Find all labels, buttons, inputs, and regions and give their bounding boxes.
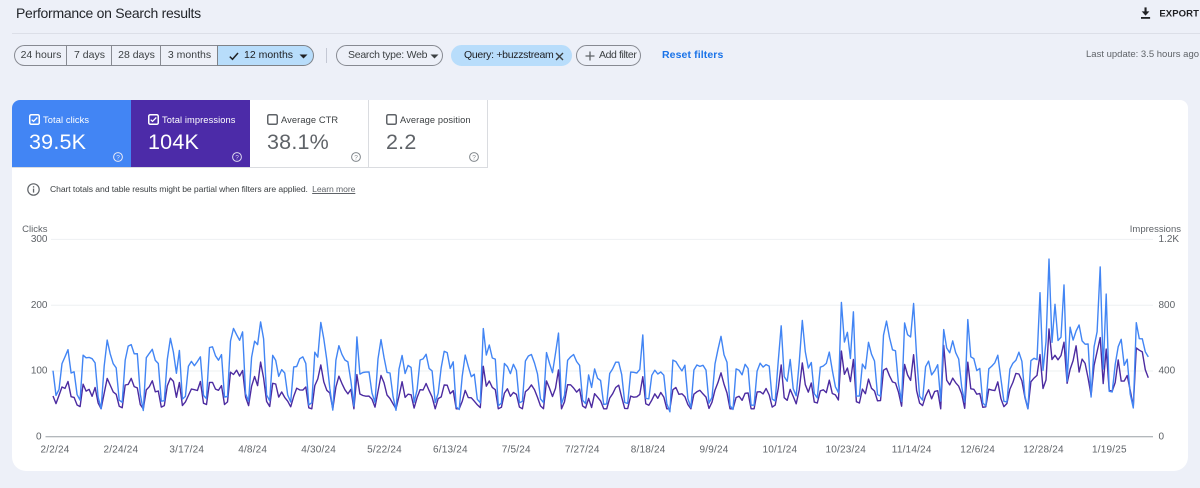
svg-text:10/23/24: 10/23/24 xyxy=(826,445,867,456)
svg-text:0: 0 xyxy=(36,431,42,442)
svg-text:7/5/24: 7/5/24 xyxy=(502,445,531,456)
svg-text:0: 0 xyxy=(1159,431,1165,442)
svg-text:8/18/24: 8/18/24 xyxy=(631,445,666,456)
svg-text:300: 300 xyxy=(31,234,48,245)
svg-text:6/13/24: 6/13/24 xyxy=(433,445,468,456)
svg-text:7/27/24: 7/27/24 xyxy=(565,445,600,456)
svg-text:5/22/24: 5/22/24 xyxy=(367,445,402,456)
svg-text:9/9/24: 9/9/24 xyxy=(699,445,728,456)
svg-text:1.2K: 1.2K xyxy=(1159,234,1180,245)
svg-text:2/24/24: 2/24/24 xyxy=(104,445,139,456)
svg-text:11/14/24: 11/14/24 xyxy=(892,445,932,456)
svg-text:3/17/24: 3/17/24 xyxy=(169,445,204,456)
svg-text:10/1/24: 10/1/24 xyxy=(763,445,798,456)
svg-text:1/19/25: 1/19/25 xyxy=(1092,445,1127,456)
svg-text:4/30/24: 4/30/24 xyxy=(301,445,336,456)
svg-text:12/28/24: 12/28/24 xyxy=(1023,445,1064,456)
svg-text:12/6/24: 12/6/24 xyxy=(960,445,995,456)
svg-text:400: 400 xyxy=(1159,366,1176,377)
svg-text:4/8/24: 4/8/24 xyxy=(238,445,267,456)
svg-text:200: 200 xyxy=(31,300,48,311)
svg-text:800: 800 xyxy=(1159,300,1176,311)
svg-text:100: 100 xyxy=(31,366,48,377)
svg-text:2/2/24: 2/2/24 xyxy=(40,445,69,456)
